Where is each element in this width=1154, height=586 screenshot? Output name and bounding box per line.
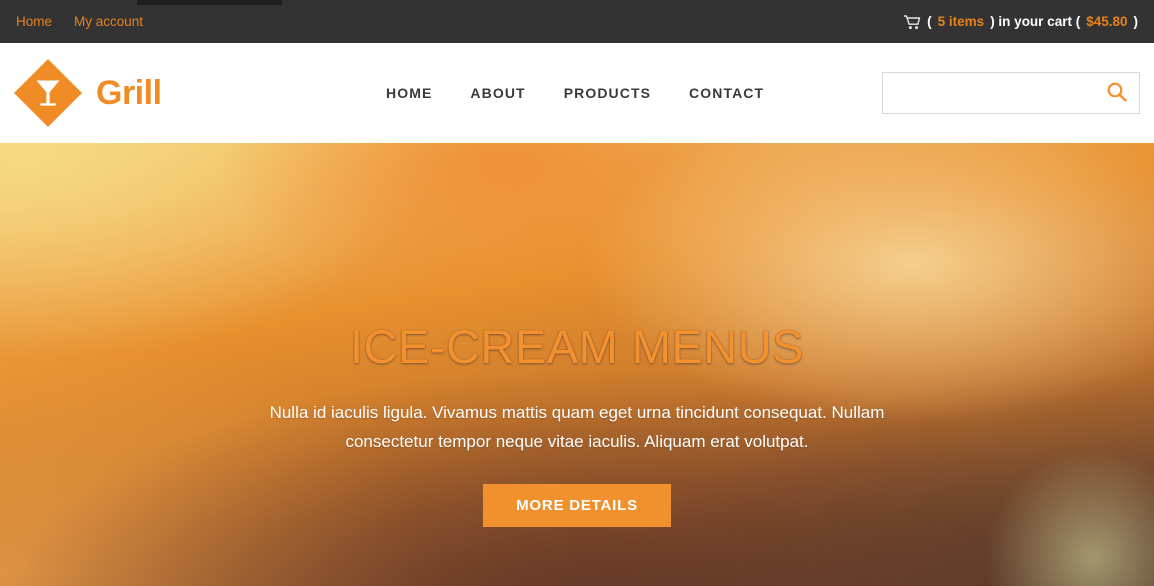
nav-link-home[interactable]: HOME bbox=[386, 79, 432, 107]
hero-title: ICE-CREAM MENUS bbox=[349, 320, 805, 373]
hero-content: ICE-CREAM MENUS Nulla id iaculis ligula.… bbox=[0, 143, 1154, 586]
page-root: Home My account (5 items ) in your cart (… bbox=[0, 0, 1154, 586]
search-icon bbox=[1106, 81, 1128, 106]
hero-paragraph: Nulla id iaculis ligula. Vivamus mattis … bbox=[269, 403, 885, 452]
nav-link-contact[interactable]: CONTACT bbox=[689, 79, 764, 107]
topbar-links: Home My account bbox=[14, 15, 143, 29]
brand-name: Grill bbox=[96, 74, 162, 112]
cart-summary[interactable]: (5 items ) in your cart ( $45.80) bbox=[904, 14, 1140, 30]
cart-close-paren: ) bbox=[1133, 14, 1139, 29]
browser-chrome-strip bbox=[137, 0, 282, 5]
nav-link-products[interactable]: PRODUCTS bbox=[564, 79, 651, 107]
cart-open-paren: ( bbox=[927, 14, 932, 29]
shopping-cart-icon bbox=[904, 15, 921, 30]
top-utility-bar: Home My account (5 items ) in your cart (… bbox=[0, 0, 1154, 43]
cart-total-amount: $45.80 bbox=[1086, 14, 1128, 29]
topbar-link-my-account[interactable]: My account bbox=[74, 15, 143, 29]
more-details-button[interactable]: MORE DETAILS bbox=[483, 484, 671, 528]
nav-link-about[interactable]: ABOUT bbox=[470, 79, 525, 107]
hero-banner: ICE-CREAM MENUS Nulla id iaculis ligula.… bbox=[0, 143, 1154, 586]
cart-label-text: ) in your cart ( bbox=[990, 14, 1081, 29]
cart-item-count: 5 items bbox=[937, 14, 985, 29]
search-input[interactable] bbox=[883, 73, 1095, 113]
topbar-link-home[interactable]: Home bbox=[16, 15, 52, 29]
martini-glass-diamond-logo bbox=[14, 58, 82, 127]
brand-logo-link[interactable]: Grill bbox=[14, 58, 162, 127]
search-submit-button[interactable] bbox=[1095, 73, 1139, 113]
search-box bbox=[882, 72, 1140, 114]
main-navigation: HOME ABOUT PRODUCTS CONTACT bbox=[386, 79, 764, 107]
site-header: Grill HOME ABOUT PRODUCTS CONTACT bbox=[0, 43, 1154, 143]
